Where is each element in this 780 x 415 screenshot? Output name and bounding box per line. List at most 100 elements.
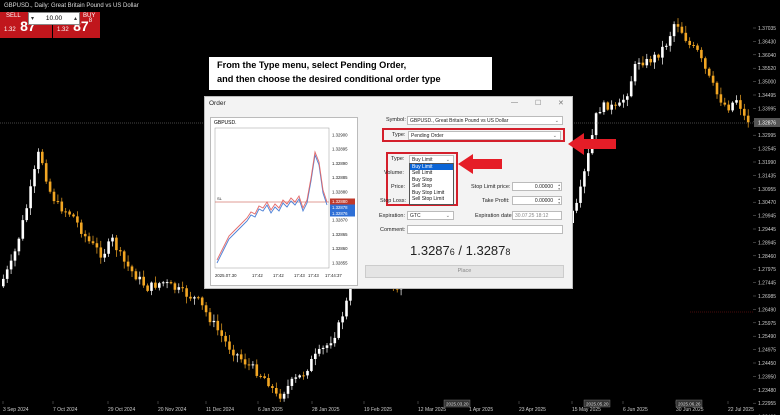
candle-body: [629, 81, 633, 97]
tick-price-tag-label: 1.32880: [332, 199, 348, 204]
type-highlight: [382, 128, 565, 142]
candle-body: [727, 104, 730, 111]
tick-time-label: 17:42: [252, 273, 263, 278]
candle-body: [146, 285, 149, 291]
candle-body: [21, 220, 25, 239]
expiration-date-input[interactable]: 30.07.25 18:12: [512, 211, 562, 220]
price-tick-label: 1.29445: [758, 227, 776, 233]
candle-body: [87, 236, 91, 242]
candle-body: [220, 330, 223, 336]
candle-body: [271, 386, 274, 389]
candle-body: [119, 250, 122, 252]
chevron-up-icon[interactable]: ▴: [74, 14, 77, 25]
candle-body: [329, 343, 333, 346]
candle-body: [341, 316, 344, 323]
candle-body: [345, 300, 348, 317]
instruction-banner: From the Type menu, select Pending Order…: [209, 57, 492, 90]
candle-body: [575, 202, 578, 211]
place-button[interactable]: Place: [365, 265, 564, 278]
candle-body: [161, 282, 165, 284]
candle-body: [645, 58, 649, 66]
stop-loss-label: Stop Loss:: [380, 198, 406, 204]
candle-body: [236, 354, 239, 356]
tick-price-label: 1.32860: [332, 246, 348, 251]
candle-body: [52, 191, 56, 202]
candle-body: [158, 283, 161, 288]
date-tick-label: 22 Jul 2025: [728, 407, 754, 413]
volume-label: Volume:: [384, 170, 404, 176]
candle-body: [614, 104, 617, 106]
candle-body: [676, 24, 680, 27]
chevron-down-icon[interactable]: ▾: [31, 14, 34, 25]
tick-price-label: 1.32865: [332, 232, 348, 237]
minimize-icon[interactable]: —: [511, 99, 518, 106]
candle-body: [189, 296, 192, 299]
candle-body: [126, 261, 130, 267]
price-tick-label: 1.24975: [758, 348, 776, 354]
lot-value: 10.00: [45, 15, 63, 22]
symbol-select[interactable]: GBPUSD., Great Britain Pound vs US Dolla…: [407, 116, 563, 125]
candle-body: [212, 320, 216, 323]
candle-body: [72, 214, 75, 217]
stop-limit-price-input[interactable]: 0.00000 ▴ ▾: [512, 182, 562, 191]
candle-body: [310, 359, 313, 371]
candle-body: [150, 282, 153, 291]
trading-terminal: 1.37035 1.36430 1.36040 1.35520 1.35000 1.344…: [0, 0, 780, 415]
take-profit-label: Take Profit:: [482, 198, 510, 204]
candle-body: [255, 364, 259, 376]
candle-body: [224, 335, 227, 342]
price-tick-label: 1.37035: [758, 26, 776, 32]
comment-input[interactable]: [407, 225, 563, 234]
date-tick-label: 29 Oct 2024: [108, 407, 135, 413]
candle-body: [247, 364, 251, 366]
candle-body: [282, 393, 286, 399]
option-sell-stop-limit[interactable]: Sell Stop Limit: [410, 196, 453, 202]
banner-line-2: and then choose the desired conditional …: [217, 74, 441, 84]
candle-body: [626, 96, 629, 100]
expiration-select[interactable]: GTC ⌄: [407, 211, 454, 220]
date-tick-label: 19 Feb 2025: [364, 407, 392, 413]
price-tick-label: 1.33995: [758, 106, 776, 112]
candle-body: [715, 82, 719, 95]
candle-body: [286, 385, 290, 394]
date-axis: 3 Sep 2024 7 Oct 2024 29 Oct 2024 20 Nov 20…: [2, 399, 754, 413]
chevron-down-icon: ⌄: [554, 118, 559, 124]
price-tick-label: 1.36040: [758, 53, 776, 59]
candle-body: [193, 297, 196, 299]
maximize-icon[interactable]: ☐: [535, 99, 541, 107]
candle-body: [154, 282, 157, 288]
expiration-date-label: Expiration date:: [475, 213, 514, 219]
date-tick-label: 3 Sep 2024: [3, 407, 29, 413]
price-tick-label: 1.22955: [758, 401, 776, 407]
tick-price-label: 1.32890: [332, 161, 348, 166]
date-tick-label: 28 Jan 2025: [312, 407, 340, 413]
candle-body: [200, 297, 204, 306]
candle-body: [29, 186, 32, 209]
chevron-down-icon: ⌄: [445, 213, 450, 219]
banner-line-1: From the Type menu, select Pending Order…: [217, 60, 407, 70]
candle-body: [704, 58, 707, 69]
order-type-dropdown[interactable]: Buy Limit Sell Limit Buy Stop Sell Stop …: [409, 163, 454, 205]
candle-body: [2, 278, 5, 287]
take-profit-input[interactable]: 0.00000 ▴ ▾: [512, 196, 562, 205]
price-tick-label: 1.35000: [758, 80, 776, 86]
candle-body: [290, 378, 294, 386]
stepper-icon[interactable]: ▴ ▾: [558, 197, 560, 205]
tick-chart: GBPUSD. 1.32900 1.32895 1.32890 1.32885 1.32…: [210, 117, 358, 286]
stop-limit-price-label: Stop Limit price:: [471, 184, 511, 190]
candle-body: [76, 216, 79, 223]
price-tick-label: 1.26490: [758, 307, 776, 313]
candle-body: [56, 201, 60, 203]
stepper-icon[interactable]: ▴ ▾: [558, 183, 560, 191]
dialog-title: Order: [209, 100, 226, 107]
ask-main: 1.3287: [465, 243, 506, 258]
candle-body: [177, 287, 181, 290]
date-tag-label: 2025.06.26: [678, 402, 701, 407]
candle-body: [99, 247, 103, 258]
candle-body: [251, 364, 255, 366]
date-tick-label: 7 Oct 2024: [53, 407, 78, 413]
price-tick-label: 1.31435: [758, 173, 776, 179]
candle-body: [610, 104, 613, 110]
close-icon[interactable]: ✕: [558, 99, 564, 107]
lot-size-input[interactable]: ▾ 10.00 ▴: [28, 12, 80, 25]
